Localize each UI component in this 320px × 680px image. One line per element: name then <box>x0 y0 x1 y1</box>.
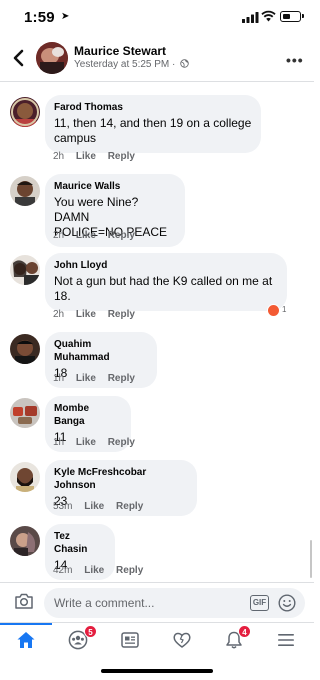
comment-actions: 2h Like Reply <box>53 309 144 320</box>
comment-time: 2h <box>53 230 65 241</box>
notification-badge: 4 <box>238 625 251 638</box>
like-button[interactable]: Like <box>76 309 96 320</box>
commenter-name[interactable]: Farod Thomas <box>54 101 252 114</box>
post-header: Maurice Stewart Yesterday at 5:25 PM · •… <box>0 36 314 82</box>
reply-button[interactable]: Reply <box>108 373 135 384</box>
commenter-name[interactable]: Tez Chasin <box>54 530 106 556</box>
commenter-name[interactable]: John Lloyd <box>54 259 278 272</box>
globe-icon <box>180 59 189 68</box>
scrollbar[interactable] <box>310 540 312 578</box>
status-time: 1:59 <box>24 9 55 26</box>
like-button[interactable]: Like <box>76 373 96 384</box>
comment-time: 53m <box>53 501 73 512</box>
comment-bubble[interactable]: Farod Thomas 11, then 14, and then 19 on… <box>45 95 261 153</box>
battery-cap <box>302 14 304 18</box>
reply-button[interactable]: Reply <box>116 565 143 576</box>
location-arrow-icon: ➤ <box>61 11 70 22</box>
wifi-icon <box>261 10 276 22</box>
home-indicator <box>101 669 213 673</box>
comment-time: 2h <box>53 151 65 162</box>
gif-button[interactable]: GIF <box>250 595 269 611</box>
avatar[interactable] <box>10 255 40 285</box>
comment-time: 1h <box>53 437 65 448</box>
cellular-signal-icon <box>242 12 259 23</box>
like-button[interactable]: Like <box>76 230 96 241</box>
avatar[interactable] <box>10 526 40 556</box>
reply-button[interactable]: Reply <box>116 501 143 512</box>
reply-button[interactable]: Reply <box>108 151 135 162</box>
author-name[interactable]: Maurice Stewart <box>74 44 166 58</box>
comment-time: 42m <box>53 565 73 576</box>
commenter-name[interactable]: Quahim Muhammad <box>54 338 148 364</box>
like-button[interactable]: Like <box>84 565 104 576</box>
reply-button[interactable]: Reply <box>108 309 135 320</box>
angry-face-icon <box>267 304 280 317</box>
camera-icon[interactable] <box>14 592 34 610</box>
tab-notifications[interactable]: 4 <box>208 623 260 661</box>
comment-actions: 42m Like Reply <box>53 565 152 576</box>
like-button[interactable]: Like <box>76 437 96 448</box>
comment-time: 1h <box>53 373 65 384</box>
reply-button[interactable]: Reply <box>108 230 135 241</box>
chevron-left-icon[interactable] <box>10 46 30 70</box>
avatar[interactable] <box>10 334 40 364</box>
status-bar: 1:59 ➤ <box>0 0 314 36</box>
avatar[interactable] <box>36 42 68 74</box>
like-button[interactable]: Like <box>76 151 96 162</box>
avatar[interactable] <box>10 462 40 492</box>
comment-time: 2h <box>53 309 65 320</box>
emoji-icon[interactable] <box>278 594 296 612</box>
comment-text: Not a gun but had the K9 called on me at… <box>54 274 273 303</box>
comment-actions: 53m Like Reply <box>53 501 152 512</box>
commenter-name[interactable]: Mombe Banga <box>54 402 122 428</box>
reaction-count: 1 <box>282 305 287 314</box>
avatar[interactable] <box>10 97 40 127</box>
menu-icon <box>278 634 294 646</box>
commenter-name[interactable]: Kyle McFreshcobar Johnson <box>54 466 188 492</box>
home-icon <box>17 632 35 648</box>
avatar[interactable] <box>10 398 40 428</box>
comment-text: 11, then 14, and then 19 on a college ca… <box>54 116 252 145</box>
notification-badge: 5 <box>84 625 97 638</box>
comment-actions: 2h Like Reply <box>53 230 144 241</box>
news-feed-icon <box>121 632 139 648</box>
more-horizontal-icon[interactable]: ••• <box>286 52 304 68</box>
comment-composer: GIF <box>0 582 314 622</box>
reaction-summary[interactable]: 1 <box>267 304 287 318</box>
comment-bubble[interactable]: John Lloyd Not a gun but had the K9 call… <box>45 253 287 311</box>
comment-actions: 1h Like Reply <box>53 437 144 448</box>
tab-news[interactable] <box>104 623 156 661</box>
comment-actions: 1h Like Reply <box>53 373 144 384</box>
bottom-tab-bar: 5 4 <box>0 622 314 660</box>
post-meta: Yesterday at 5:25 PM · <box>74 59 189 70</box>
heart-icon <box>173 632 191 648</box>
battery-icon <box>280 11 301 22</box>
tab-groups[interactable]: 5 <box>52 623 104 661</box>
comment-actions: 2h Like Reply <box>53 151 144 162</box>
post-timestamp: Yesterday at 5:25 PM · <box>74 59 176 70</box>
avatar[interactable] <box>10 176 40 206</box>
active-tab-indicator <box>0 623 52 625</box>
like-button[interactable]: Like <box>84 501 104 512</box>
reply-button[interactable]: Reply <box>108 437 135 448</box>
commenter-name[interactable]: Maurice Walls <box>54 180 176 193</box>
tab-menu[interactable] <box>260 623 312 661</box>
tab-dating[interactable] <box>156 623 208 661</box>
tab-home[interactable] <box>0 623 52 661</box>
